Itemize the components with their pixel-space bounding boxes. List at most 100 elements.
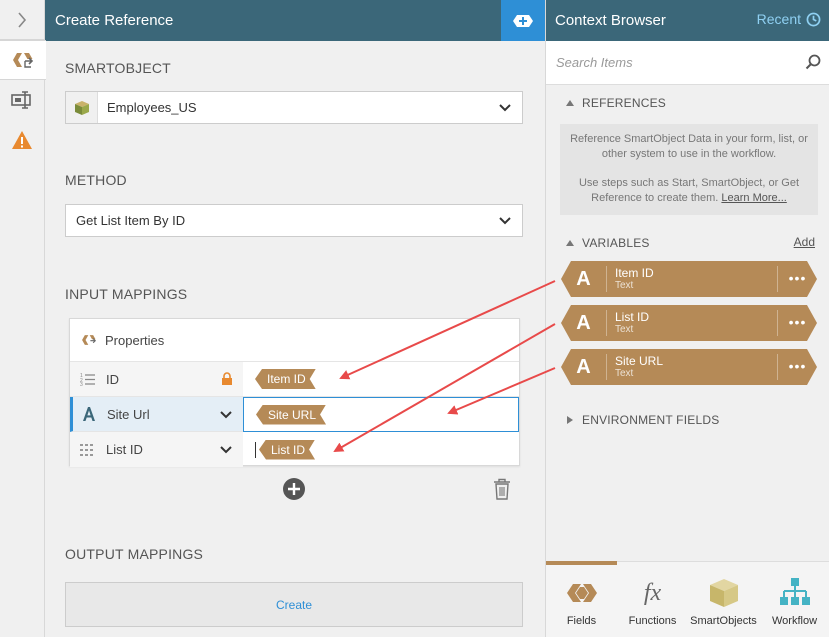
search-icon[interactable] [805, 54, 821, 70]
search-input[interactable]: Search Items [556, 55, 633, 70]
tab-workflow[interactable]: Workflow [759, 562, 829, 637]
mapping-value-site-url[interactable]: Site URL [243, 397, 519, 432]
smartobject-value: Employees_US [107, 100, 197, 115]
lock-icon [222, 372, 232, 385]
more-options-button[interactable]: ••• [777, 310, 817, 336]
text-a-icon: A [561, 310, 607, 336]
tab-reference[interactable] [0, 40, 46, 80]
tab-label: Workflow [771, 615, 818, 627]
chevron-down-icon [499, 217, 511, 225]
variable-list-id[interactable]: A List ID Text ••• [561, 305, 817, 341]
workflow-icon [779, 578, 810, 605]
variable-name: Site URL [615, 354, 664, 368]
expand-panel-button[interactable] [0, 0, 44, 40]
mapping-label-text: ID [106, 371, 119, 387]
search-bar[interactable]: Search Items [546, 41, 829, 85]
variable-name: List ID [615, 310, 650, 324]
expand-triangle-icon [567, 416, 573, 424]
create-button[interactable]: Create [65, 582, 523, 627]
chevron-down-icon [499, 104, 511, 112]
tab-functions[interactable]: fx Functions [617, 562, 688, 637]
form-icon [11, 91, 31, 109]
add-reference-icon [513, 14, 533, 27]
grid-icon [80, 443, 93, 456]
smartobject-select[interactable]: Employees_US [65, 91, 523, 124]
variable-type: Text [615, 368, 634, 379]
mapping-row-list-id: List ID List ID [70, 432, 519, 467]
left-rail [0, 0, 46, 637]
text-cursor [255, 441, 256, 458]
input-mappings-title: INPUT MAPPINGS [65, 286, 188, 302]
environment-fields-label: ENVIRONMENT FIELDS [582, 413, 720, 427]
item-id-tag[interactable]: Item ID [255, 369, 316, 389]
tab-label: Fields [566, 615, 597, 627]
variables-label: VARIABLES [582, 236, 650, 250]
references-info: Reference SmartObject Data in your form,… [560, 124, 818, 215]
mapping-label-list-id[interactable]: List ID [70, 432, 243, 467]
add-mapping-button[interactable] [282, 477, 306, 501]
variable-name: Item ID [615, 266, 654, 280]
text-a-icon: A [561, 354, 607, 380]
smartobject-section-title: SMARTOBJECT [65, 60, 171, 76]
recent-button[interactable]: Recent [757, 11, 821, 27]
method-select[interactable]: Get List Item By ID [65, 204, 523, 237]
tab-fields[interactable]: Fields [546, 561, 617, 637]
variable-type: Text [615, 280, 634, 291]
more-options-button[interactable]: ••• [777, 354, 817, 380]
variable-text: List ID Text [607, 310, 777, 336]
smartobject-icon-box [66, 92, 98, 123]
context-browser-title: Context Browser [555, 12, 666, 29]
recent-label: Recent [756, 11, 801, 27]
learn-more-link[interactable]: Learn More... [721, 192, 786, 204]
input-mappings-card: Properties 1 2 3 ID Item ID Site Url Sit… [69, 318, 520, 467]
references-label: REFERENCES [582, 96, 667, 110]
variable-item-id[interactable]: A Item ID Text ••• [561, 261, 817, 297]
numbered-list-icon: 1 2 3 [80, 373, 95, 386]
variable-text: Site URL Text [607, 354, 777, 380]
mapping-value-list-id[interactable]: List ID [243, 432, 519, 467]
reference-icon [82, 335, 98, 347]
panel-header: Create Reference [45, 0, 545, 41]
tab-warnings[interactable] [0, 120, 44, 160]
references-section[interactable]: REFERENCES [566, 96, 666, 110]
variable-text: Item ID Text [607, 266, 777, 292]
panel-title: Create Reference [55, 12, 174, 29]
context-browser: Context Browser Recent Search Items REFE… [545, 0, 829, 637]
mapping-row-id: 1 2 3 ID Item ID [70, 362, 519, 397]
add-variable-link[interactable]: Add [794, 235, 815, 249]
environment-fields-section[interactable]: ENVIRONMENT FIELDS [566, 413, 719, 427]
variables-section[interactable]: VARIABLES [566, 236, 650, 250]
context-browser-header: Context Browser Recent [546, 0, 829, 41]
tab-smartobjects[interactable]: SmartObjects [688, 562, 759, 637]
mapping-value-id[interactable]: Item ID [243, 362, 519, 397]
mapping-row-site-url: Site Url Site URL [70, 397, 519, 432]
mapping-label-site-url[interactable]: Site Url [70, 397, 243, 432]
svg-text:3: 3 [80, 382, 83, 386]
list-id-tag[interactable]: List ID [259, 440, 315, 460]
fields-icon [566, 584, 597, 602]
variable-site-url[interactable]: A Site URL Text ••• [561, 349, 817, 385]
functions-icon: fx [643, 579, 662, 606]
trash-icon[interactable] [493, 478, 511, 500]
chevron-down-icon[interactable] [219, 408, 233, 422]
text-a-icon: A [561, 266, 607, 292]
chevron-right-icon [18, 11, 27, 28]
references-info-text-1: Reference SmartObject Data in your form,… [570, 133, 808, 160]
reference-icon [13, 53, 35, 69]
bottom-tabs: Fields fx Functions SmartObjects Workflo… [546, 561, 829, 637]
tab-label: Functions [628, 615, 677, 627]
chevron-down-icon[interactable] [219, 443, 233, 457]
collapse-triangle-icon [566, 240, 574, 246]
tab-form[interactable] [0, 80, 44, 120]
tab-label: SmartObjects [690, 615, 757, 627]
app-root: Create Reference SMARTOBJECT Employees_U… [0, 0, 829, 637]
mapping-label-text: Site Url [107, 406, 150, 422]
properties-label: Properties [105, 332, 165, 348]
add-reference-button[interactable] [501, 0, 545, 41]
clock-icon [806, 12, 821, 26]
collapse-triangle-icon [566, 100, 574, 106]
smartobject-cube-icon [74, 100, 89, 115]
more-options-button[interactable]: ••• [777, 266, 817, 292]
site-url-tag[interactable]: Site URL [256, 405, 326, 425]
properties-header: Properties [70, 319, 519, 362]
